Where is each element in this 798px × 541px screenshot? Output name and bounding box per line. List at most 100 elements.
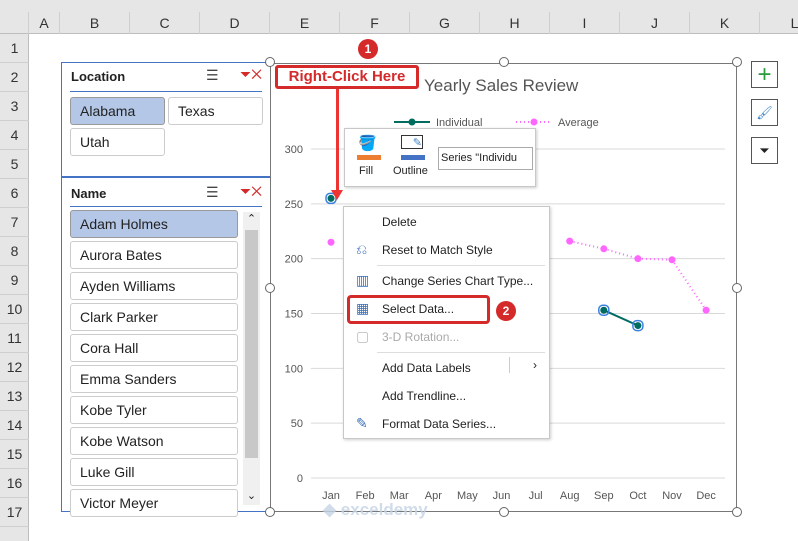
- row-header[interactable]: 7: [0, 208, 29, 237]
- arrow-line: [336, 89, 339, 194]
- right-click-callout: Right-Click Here: [275, 65, 419, 89]
- chart-filters-button[interactable]: ⏷: [751, 137, 778, 164]
- name-slicer: Name ☰ ⏷✕ Adam Holmes Aurora Bates Ayden W…: [61, 177, 271, 517]
- step-2-badge: 2: [496, 301, 516, 321]
- series-line-average: [569, 240, 605, 250]
- multi-select-icon[interactable]: ☰: [206, 67, 219, 84]
- x-tick-label: Dec: [696, 490, 716, 502]
- row-header[interactable]: 17: [0, 498, 29, 527]
- row-header[interactable]: 14: [0, 411, 29, 440]
- data-point-average: [634, 255, 642, 263]
- row-header[interactable]: 6: [0, 179, 29, 208]
- row-header[interactable]: 13: [0, 382, 29, 411]
- y-tick-label: 250: [285, 199, 303, 211]
- row-header[interactable]: 11: [0, 324, 29, 353]
- slicer-item[interactable]: Ayden Williams: [70, 272, 238, 300]
- x-tick-label: Jun: [493, 490, 511, 502]
- series-select[interactable]: Series "Individu: [438, 147, 533, 170]
- row-header[interactable]: 1: [0, 34, 29, 63]
- select-data-highlight: [347, 295, 490, 324]
- fill-icon[interactable]: 🪣: [358, 134, 377, 152]
- slicer-item[interactable]: Cora Hall: [70, 334, 238, 362]
- menu-item[interactable]: Delete: [382, 215, 417, 229]
- row-header[interactable]: 8: [0, 237, 29, 266]
- chart-styles-button[interactable]: 🖌: [751, 99, 778, 126]
- menu-item[interactable]: Format Data Series...: [382, 417, 496, 431]
- column-header[interactable]: A: [29, 12, 60, 34]
- chart-title[interactable]: Yearly Sales Review: [424, 76, 578, 96]
- column-header[interactable]: L: [760, 12, 798, 34]
- y-tick-label: 100: [285, 363, 303, 375]
- legend-label: Average: [558, 117, 599, 129]
- row-header[interactable]: 16: [0, 469, 29, 498]
- data-point-average: [327, 238, 335, 246]
- clear-filter-icon[interactable]: ⏷✕: [240, 66, 262, 83]
- menu-item[interactable]: Reset to Match Style: [382, 243, 493, 257]
- outline-button[interactable]: Outline: [393, 165, 428, 177]
- data-point-individual: [634, 322, 642, 330]
- x-tick-label: Oct: [629, 490, 646, 502]
- slicer-item-texas[interactable]: Texas: [168, 97, 263, 125]
- column-header[interactable]: K: [690, 12, 760, 34]
- reset-icon: ⎌: [356, 241, 368, 257]
- select-all-corner[interactable]: [0, 12, 29, 34]
- row-headers: 1 2 3 4 5 6 7 8 9 10 11 12 13 14 15 16 17: [0, 34, 29, 541]
- data-point-average: [702, 306, 710, 314]
- slicer-item-utah[interactable]: Utah: [70, 128, 165, 156]
- row-header[interactable]: 10: [0, 295, 29, 324]
- x-tick-label: Aug: [560, 490, 580, 502]
- row-header[interactable]: 5: [0, 150, 29, 179]
- clear-filter-icon[interactable]: ⏷✕: [240, 183, 262, 200]
- series-line-average: [603, 247, 639, 260]
- slicer-item[interactable]: Clark Parker: [70, 303, 238, 331]
- menu-item[interactable]: Change Series Chart Type...: [382, 274, 533, 288]
- column-header[interactable]: F: [340, 12, 410, 34]
- slicer-item[interactable]: Kobe Watson: [70, 427, 238, 455]
- row-header[interactable]: 2: [0, 63, 29, 92]
- column-header[interactable]: C: [130, 12, 200, 34]
- slicer-item-alabama[interactable]: Alabama: [70, 97, 165, 125]
- row-header[interactable]: 15: [0, 440, 29, 469]
- chart-type-icon: ▥: [356, 272, 370, 288]
- multi-select-icon[interactable]: ☰: [206, 184, 219, 201]
- location-slicer: Location ☰ ⏷✕ Alabama Texas Utah: [61, 62, 271, 177]
- slicer-item[interactable]: Kobe Tyler: [70, 396, 238, 424]
- column-header[interactable]: G: [410, 12, 480, 34]
- column-header[interactable]: E: [270, 12, 340, 34]
- slicer-item[interactable]: Adam Holmes: [70, 210, 238, 238]
- rotation-icon: ▢: [356, 328, 370, 344]
- y-tick-label: 50: [291, 418, 303, 430]
- chart-elements-button[interactable]: +: [751, 61, 778, 88]
- y-tick-label: 0: [297, 473, 303, 485]
- slicer-item[interactable]: Aurora Bates: [70, 241, 238, 269]
- column-header[interactable]: D: [200, 12, 270, 34]
- column-header[interactable]: B: [60, 12, 130, 34]
- column-header[interactable]: H: [480, 12, 550, 34]
- slicer-title: Location: [71, 69, 126, 84]
- watermark-logo: ◆ exceldemy: [323, 500, 428, 519]
- row-header[interactable]: 9: [0, 266, 29, 295]
- slicer-item[interactable]: Victor Meyer: [70, 489, 238, 517]
- y-tick-label: 200: [285, 254, 303, 266]
- slicer-item[interactable]: Luke Gill: [70, 458, 238, 486]
- row-header[interactable]: 4: [0, 121, 29, 150]
- row-header[interactable]: 12: [0, 353, 29, 382]
- slicer-title: Name: [71, 186, 107, 201]
- x-tick-label: May: [457, 490, 478, 502]
- column-header[interactable]: J: [620, 12, 690, 34]
- menu-item[interactable]: Add Data Labels: [382, 361, 471, 375]
- outline-icon[interactable]: ✎: [401, 135, 423, 149]
- scrollbar[interactable]: ⌃ ⌄: [243, 212, 260, 505]
- slicer-item[interactable]: Emma Sanders: [70, 365, 238, 393]
- row-header[interactable]: 3: [0, 92, 29, 121]
- x-tick-label: Sep: [594, 490, 614, 502]
- menu-item[interactable]: Add Trendline...: [382, 389, 466, 403]
- column-header[interactable]: I: [550, 12, 620, 34]
- scroll-thumb[interactable]: [245, 230, 258, 458]
- series-line-average: [671, 259, 707, 311]
- scroll-up-icon[interactable]: ⌃: [243, 212, 260, 228]
- step-1-badge: 1: [358, 39, 378, 59]
- scroll-down-icon[interactable]: ⌄: [243, 489, 260, 505]
- x-tick-label: Nov: [662, 490, 682, 502]
- fill-button[interactable]: Fill: [359, 165, 373, 177]
